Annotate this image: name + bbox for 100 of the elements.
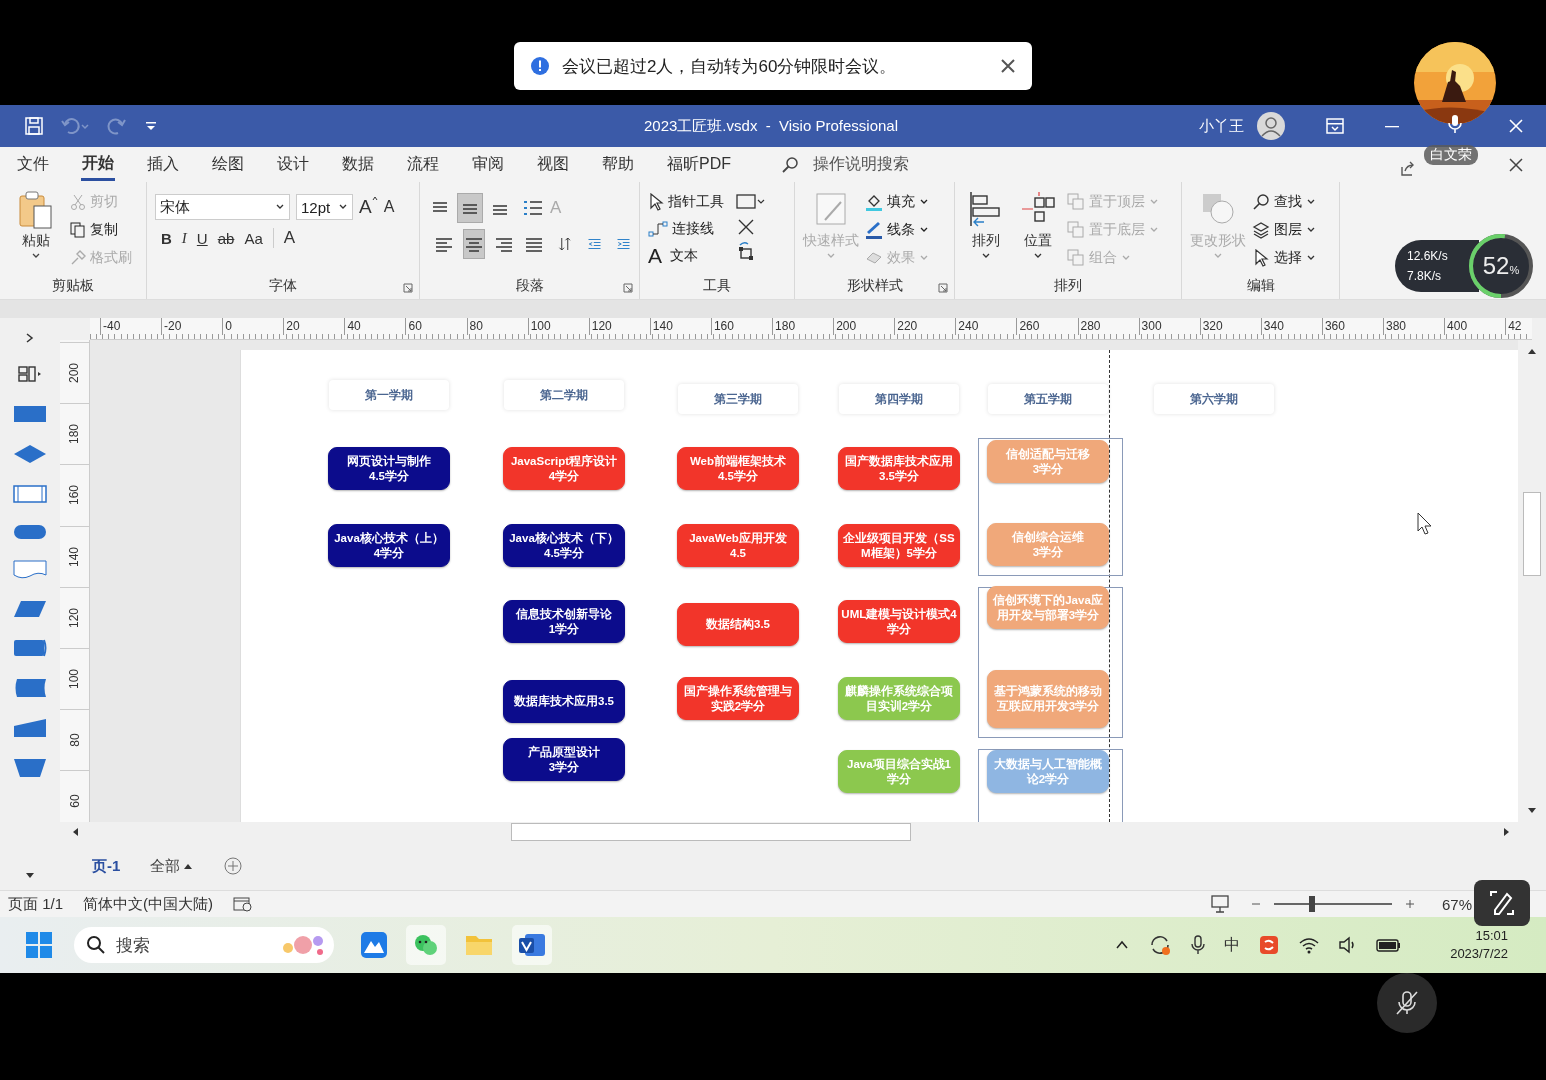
ribbon-tab[interactable]: 插入 [146, 150, 180, 179]
ribbon-tab[interactable]: 福昕PDF [666, 150, 732, 179]
decision-shape-icon[interactable] [13, 444, 47, 464]
manual-input-shape-icon[interactable] [13, 718, 47, 738]
input-method-indicator[interactable]: 中 [1224, 934, 1241, 956]
presentation-icon[interactable] [1209, 894, 1230, 914]
bullets-icon[interactable] [522, 198, 544, 218]
annotate-button[interactable] [1474, 880, 1530, 926]
ribbon-command[interactable]: 图层 [1252, 218, 1316, 241]
wifi-icon[interactable] [1298, 936, 1321, 954]
clock-date[interactable]: 2023/7/22 [1450, 945, 1508, 963]
connection-point-icon[interactable] [736, 217, 756, 237]
windows-start-icon[interactable] [24, 930, 54, 960]
arrange-button[interactable]: 排列 [963, 188, 1009, 277]
battery-icon[interactable] [1376, 937, 1403, 953]
taskbar-search-field[interactable]: 搜索 [74, 927, 334, 963]
ribbon-tab[interactable]: 设计 [276, 150, 310, 179]
close-icon[interactable] [1000, 58, 1016, 74]
mute-button[interactable] [1377, 973, 1437, 1033]
tool-button[interactable]: 连接线 [648, 217, 724, 240]
connector-icon [648, 219, 668, 238]
dialog-launcher-icon[interactable] [403, 283, 413, 293]
ribbon-tab[interactable]: 绘图 [211, 150, 245, 179]
dialog-launcher-icon[interactable] [623, 283, 633, 293]
ribbon-tab[interactable]: 流程 [406, 150, 440, 179]
caret-icon [1121, 253, 1131, 262]
expand-icon[interactable] [24, 332, 36, 344]
scrollbar-thumb[interactable] [1523, 492, 1541, 576]
notification-text: 会议已超过2人，自动转为60分钟限时会议。 [562, 55, 898, 78]
font-style-button[interactable]: U [196, 229, 208, 247]
align-button[interactable] [458, 194, 482, 222]
dialog-launcher-icon[interactable] [938, 283, 948, 293]
tell-me-field[interactable]: 操作说明搜索 [813, 154, 909, 175]
font-style-button[interactable]: Aa [244, 229, 263, 247]
rotate-handle-icon[interactable] [736, 241, 756, 261]
taskbar-app-button[interactable] [512, 925, 552, 965]
mountain-app-icon[interactable] [360, 931, 388, 959]
macro-icon[interactable] [233, 896, 254, 912]
ribbon-command[interactable]: 线条 [865, 218, 929, 241]
ribbon-tab[interactable]: 审阅 [471, 150, 505, 179]
manual-operation-shape-icon[interactable] [13, 758, 47, 778]
database-shape-icon[interactable] [13, 638, 47, 658]
page-tab[interactable]: 页-1 [92, 852, 121, 880]
caret-icon [1306, 197, 1316, 206]
align-button[interactable] [464, 230, 484, 258]
document-shape-icon[interactable] [13, 560, 47, 580]
input-app-icon[interactable] [1258, 934, 1281, 956]
font-color-button[interactable]: A [283, 228, 296, 248]
font-family-field[interactable]: 宋体 [155, 194, 290, 220]
microphone-icon [1447, 113, 1463, 135]
layers-icon [1252, 220, 1270, 239]
arrange-button[interactable]: 位置 [1015, 188, 1061, 277]
ribbon-command[interactable]: 选择 [1252, 246, 1316, 269]
clock-time[interactable]: 15:01 [1475, 927, 1508, 945]
all-pages-button[interactable]: 全部 [150, 856, 194, 876]
ribbon-command[interactable]: 填充 [865, 190, 929, 213]
ribbon-tab[interactable]: 帮助 [601, 150, 635, 179]
zoom-in-icon[interactable] [1403, 898, 1416, 910]
ribbon-command[interactable]: 复制 [70, 218, 132, 241]
zoom-slider-thumb[interactable] [1308, 896, 1315, 912]
shrink-font-button[interactable]: A [383, 198, 395, 216]
font-style-button[interactable]: ab [217, 229, 235, 247]
stencil-icon[interactable] [18, 364, 42, 384]
search-icon[interactable] [781, 155, 799, 174]
ribbon-tab[interactable]: 文件 [16, 150, 50, 179]
ruler-label: 42 [1505, 318, 1523, 335]
data-shape-icon[interactable] [13, 600, 47, 618]
ribbon-command[interactable]: 查找 [1252, 190, 1316, 213]
add-page-icon[interactable] [223, 856, 244, 876]
ribbon-display-icon[interactable] [1326, 118, 1344, 134]
page-indicator[interactable]: 页面 1/1 [8, 894, 64, 914]
save-icon[interactable] [24, 116, 44, 136]
ribbon-tab[interactable]: 数据 [341, 150, 375, 179]
zoom-level[interactable]: 67% [1441, 895, 1472, 913]
external-data-shape-icon[interactable] [13, 678, 47, 698]
tool-button[interactable]: A 文本 [648, 244, 724, 267]
scrollbar-thumb[interactable] [511, 823, 911, 841]
terminator-shape-icon[interactable] [13, 524, 47, 540]
avatar-icon[interactable] [1256, 111, 1286, 141]
subprocess-shape-icon[interactable] [13, 484, 47, 504]
ruler-label: 40 [344, 318, 406, 335]
font-style-button[interactable]: I [181, 229, 187, 247]
process-shape-icon[interactable] [13, 404, 47, 424]
course-node: Java核心技术（上） 4学分 [328, 524, 450, 567]
customize-icon[interactable] [144, 119, 158, 133]
ruler-label: 320 [1199, 318, 1261, 335]
tool-button[interactable]: 指针工具 [648, 190, 724, 213]
sync-icon[interactable] [1148, 933, 1173, 957]
caret-icon[interactable] [25, 872, 35, 880]
ribbon-tab[interactable]: 视图 [536, 150, 570, 179]
ruler-label: 360 [1321, 318, 1383, 335]
font-style-button[interactable]: B [161, 229, 172, 247]
close-icon[interactable] [1508, 156, 1524, 173]
semester-header: 第六学期 [1154, 384, 1274, 414]
grow-font-button[interactable]: A [359, 196, 378, 218]
paste-button[interactable]: 粘贴 [8, 188, 64, 277]
upload-speed: 12.6K/s [1407, 249, 1449, 263]
font-size-field[interactable]: 12pt [296, 194, 353, 220]
microphone-icon[interactable] [1190, 934, 1207, 956]
language-indicator[interactable]: 简体中文(中国大陆) [83, 894, 214, 914]
